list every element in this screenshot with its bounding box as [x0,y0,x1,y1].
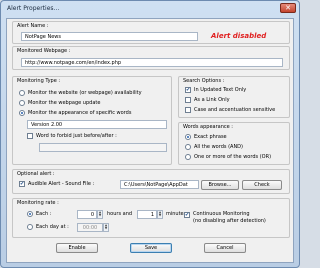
optional-alert-group: Optional alert : ✔ Audible Alert - Sound… [12,169,290,194]
alert-status-text: Alert disabled [211,32,267,40]
cancel-button[interactable]: Cancel [204,243,246,253]
updated-text-only-label: In Updated Text Only [194,87,247,93]
monitoring-rate-group: Monitoring rate : Each : 0 ▲ ▼ hours and… [12,198,290,238]
search-options-label: Search Options : [183,78,225,84]
webpage-url-input[interactable]: http://www.notpage.com/en/index.php [21,58,283,67]
alert-name-label: Alert Name : [17,23,49,29]
forbid-word-label: Word to forbid just before/after : [36,133,117,139]
monitoring-rate-label: Monitoring rate : [17,200,59,206]
monitoring-type-label: Monitoring Type : [17,78,61,84]
check-sound-button[interactable]: Check [242,180,282,190]
dialog-body: Alert Name : NotPage News Alert disabled… [6,18,294,263]
spin-down-icon[interactable]: ▼ [98,214,102,217]
any-words-label: One or more of the words (OR) [194,154,272,160]
close-button[interactable]: ✕ [280,3,296,13]
continuous-monitoring-checkbox[interactable]: ✔ [184,212,190,218]
case-sensitive-label: Case and accentuation sensitive [194,107,276,113]
alert-name-group: Alert Name : NotPage News Alert disabled [12,21,290,44]
spin-down-icon[interactable]: ▼ [158,214,162,217]
monitored-webpage-label: Monitored Webpage : [17,48,71,54]
spin-down-icon[interactable]: ▼ [104,227,108,230]
monitored-webpage-group: Monitored Webpage : http://www.notpage.c… [12,46,290,70]
specific-words-input[interactable]: Version 2.00 [27,120,167,129]
exact-phrase-label: Exact phrase [194,134,227,140]
enable-button[interactable]: Enable [56,243,98,253]
time-spinner[interactable]: ▲ ▼ [103,223,109,232]
link-only-checkbox[interactable] [185,97,191,103]
title-bar[interactable]: Alert Properties... ✕ [1,1,299,18]
audible-alert-label: Audible Alert - Sound File : [28,181,95,187]
continuous-monitoring-note: (no disabling after detection) [193,218,266,224]
browse-button[interactable]: Browse... [201,180,239,190]
sound-file-path-input[interactable]: C:\Users\NotPage\AppDat [120,180,199,189]
exact-phrase-radio[interactable] [185,134,191,140]
audible-alert-checkbox[interactable]: ✔ [19,181,25,187]
forbid-word-checkbox[interactable] [27,133,33,139]
search-options-group: Search Options : ✔ In Updated Text Only … [178,76,290,118]
words-appearance-label: Words appearance : [183,124,233,130]
hours-input[interactable]: 0 [77,210,97,219]
case-sensitive-checkbox[interactable] [185,107,191,113]
save-button[interactable]: Save [130,243,172,253]
monitoring-type-group: Monitoring Type : Monitor the website (o… [12,76,172,165]
monitor-words-radio[interactable] [19,110,25,116]
monitor-update-radio[interactable] [19,100,25,106]
link-only-label: As a Link Only [194,97,230,103]
monitor-availability-radio[interactable] [19,90,25,96]
optional-alert-label: Optional alert : [17,171,55,177]
minutes-input[interactable]: 1 [137,210,157,219]
each-day-label: Each day at : [36,224,69,230]
forbid-word-input[interactable] [39,143,167,152]
each-interval-radio[interactable] [27,211,33,217]
each-day-radio[interactable] [27,224,33,230]
alert-name-input[interactable]: NotPage News [21,32,198,41]
minutes-spinner[interactable]: ▲ ▼ [157,210,163,219]
alert-properties-window: Alert Properties... ✕ Alert Name : NotPa… [0,0,300,268]
hours-spinner[interactable]: ▲ ▼ [97,210,103,219]
window-title: Alert Properties... [7,5,60,12]
continuous-monitoring-label: Continuous Monitoring [193,211,250,217]
all-words-radio[interactable] [185,144,191,150]
any-words-radio[interactable] [185,154,191,160]
monitor-availability-label: Monitor the website (or webpage) availab… [28,90,142,96]
each-interval-label: Each : [36,211,52,217]
words-appearance-group: Words appearance : Exact phrase All the … [178,122,290,165]
monitor-update-label: Monitor the webpage update [28,100,101,106]
all-words-label: All the words (AND) [194,144,243,150]
updated-text-only-checkbox[interactable]: ✔ [185,87,191,93]
monitor-words-label: Monitor the appearance of specific words [28,110,132,116]
daily-time-input[interactable]: 00:00 [77,223,103,232]
hours-label: hours and [107,211,133,217]
